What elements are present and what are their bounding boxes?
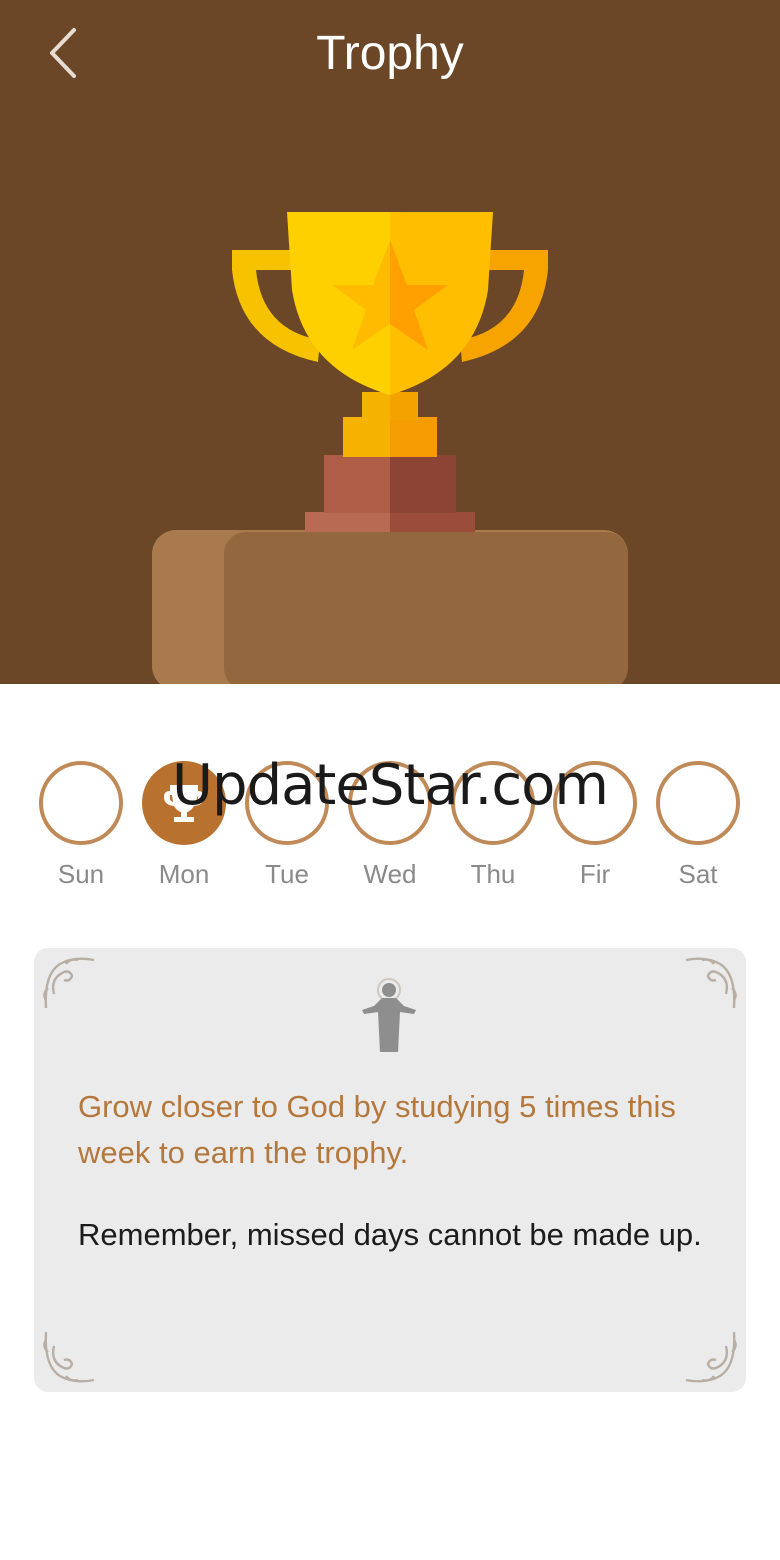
weekly-progress: Sun Mon Tue Wed Thu Fir Sat (0, 760, 780, 900)
corner-ornament-icon (40, 1326, 100, 1386)
hero-banner: Trophy (0, 0, 780, 684)
corner-ornament-icon (680, 1326, 740, 1386)
corner-ornament-icon (40, 954, 100, 1014)
trophy-info-card: Grow closer to God by studying 5 times t… (34, 948, 746, 1392)
day-status-circle (451, 761, 535, 845)
day-label: Sat (678, 859, 718, 889)
trophy-illustration (152, 212, 628, 684)
day-label: Thu (470, 859, 516, 889)
day-label: Fir (579, 859, 611, 889)
day-status-circle (656, 761, 740, 845)
day-status-circle (39, 761, 123, 845)
jesus-figure-icon (358, 976, 420, 1056)
trophy-icon (164, 785, 204, 822)
day-status-circle (553, 761, 637, 845)
day-label: Wed (363, 859, 417, 889)
day-sun: Sun (36, 760, 126, 900)
trophy-goal-text: Grow closer to God by studying 5 times t… (78, 1089, 676, 1170)
day-status-circle (142, 761, 226, 845)
corner-ornament-icon (680, 954, 740, 1014)
day-label: Tue (265, 859, 309, 889)
day-tue: Tue (242, 760, 332, 900)
missed-days-note: Remember, missed days cannot be made up. (78, 1217, 702, 1252)
day-status-circle (245, 761, 329, 845)
day-thu: Thu (448, 760, 538, 900)
day-fri: Fir (550, 760, 640, 900)
day-label: Mon (158, 859, 210, 889)
day-status-circle (348, 761, 432, 845)
day-sat: Sat (653, 760, 743, 900)
day-wed: Wed (345, 760, 435, 900)
day-label: Sun (57, 859, 105, 889)
page-title: Trophy (316, 27, 464, 80)
day-mon: Mon (139, 760, 229, 900)
